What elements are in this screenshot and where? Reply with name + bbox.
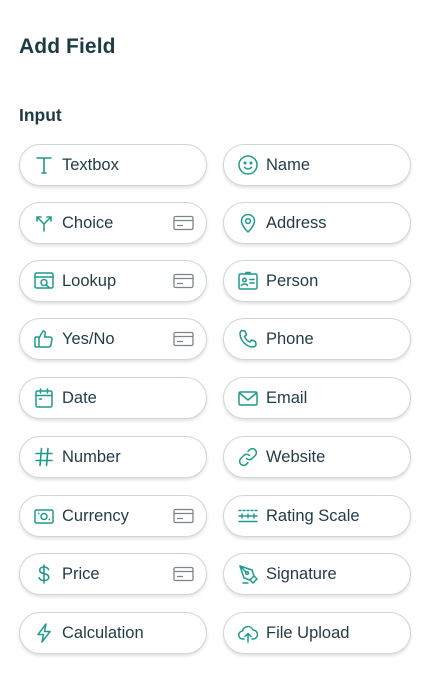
field-label: Phone — [266, 329, 314, 348]
field-label: Choice — [62, 213, 114, 232]
branch-arrows-icon — [33, 212, 55, 234]
field-label: Signature — [266, 564, 337, 583]
banknote-icon — [33, 505, 55, 527]
field-label: Lookup — [62, 271, 117, 290]
field-option-phone[interactable]: Phone — [223, 318, 411, 360]
text-icon — [33, 154, 55, 176]
lookup-icon — [33, 270, 55, 292]
field-label: Price — [62, 564, 100, 583]
field-label: Address — [266, 213, 327, 232]
rating-scale-icon — [237, 505, 259, 527]
field-label: Number — [62, 447, 121, 466]
field-label: Date — [62, 388, 97, 407]
field-option-name[interactable]: Name — [223, 144, 411, 186]
card-icon — [172, 273, 194, 289]
field-option-file-upload[interactable]: File Upload — [223, 612, 411, 654]
lightning-icon — [33, 622, 55, 644]
field-label: Currency — [62, 506, 129, 525]
field-option-price[interactable]: Price — [19, 553, 207, 595]
field-label: Yes/No — [62, 329, 115, 348]
field-label: Website — [266, 447, 326, 466]
field-option-yes-no[interactable]: Yes/No — [19, 318, 207, 360]
field-label: Textbox — [62, 155, 119, 174]
field-option-rating-scale[interactable]: Rating Scale — [223, 495, 411, 537]
page-title: Add Field — [19, 35, 116, 58]
contact-card-icon — [237, 270, 259, 292]
card-icon — [172, 508, 194, 524]
phone-icon — [237, 328, 259, 350]
pen-icon — [237, 563, 259, 585]
card-icon — [172, 331, 194, 347]
field-option-person[interactable]: Person — [223, 260, 411, 302]
field-label: Email — [266, 388, 308, 407]
link-icon — [237, 446, 259, 468]
field-option-currency[interactable]: Currency — [19, 495, 207, 537]
thumbs-up-icon — [33, 328, 55, 350]
field-option-address[interactable]: Address — [223, 202, 411, 244]
field-option-calculation[interactable]: Calculation — [19, 612, 207, 654]
cloud-upload-icon — [237, 622, 259, 644]
card-icon — [172, 215, 194, 231]
field-option-number[interactable]: Number — [19, 436, 207, 478]
hash-icon — [33, 446, 55, 468]
calendar-icon — [33, 387, 55, 409]
field-label: Name — [266, 155, 311, 174]
field-label: Person — [266, 271, 319, 290]
field-option-website[interactable]: Website — [223, 436, 411, 478]
dollar-icon — [33, 563, 55, 585]
envelope-icon — [237, 387, 259, 409]
field-label: Rating Scale — [266, 506, 360, 525]
map-pin-icon — [237, 212, 259, 234]
smiley-icon — [237, 154, 259, 176]
field-label: Calculation — [62, 623, 144, 642]
field-option-email[interactable]: Email — [223, 377, 411, 419]
section-heading-input: Input — [19, 105, 62, 125]
field-label: File Upload — [266, 623, 350, 642]
field-option-textbox[interactable]: Textbox — [19, 144, 207, 186]
field-option-date[interactable]: Date — [19, 377, 207, 419]
field-option-choice[interactable]: Choice — [19, 202, 207, 244]
card-icon — [172, 566, 194, 582]
field-option-lookup[interactable]: Lookup — [19, 260, 207, 302]
field-option-signature[interactable]: Signature — [223, 553, 411, 595]
